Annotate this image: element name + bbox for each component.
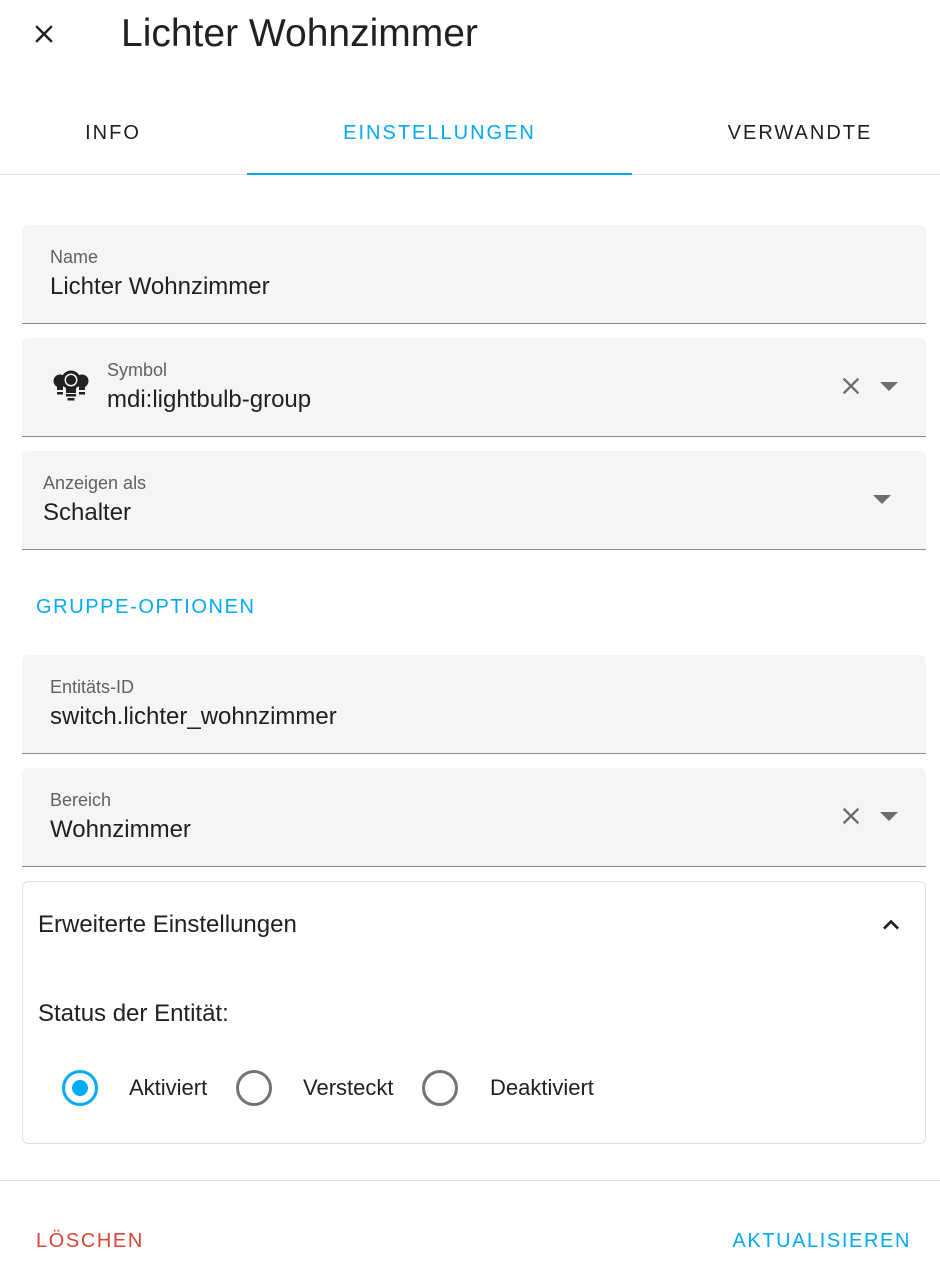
symbol-field[interactable]: Symbol mdi:lightbulb-group <box>22 338 926 437</box>
dialog-title: Lichter Wohnzimmer <box>121 12 478 55</box>
radio-checked-icon[interactable] <box>62 1070 98 1106</box>
symbol-dropdown-button[interactable] <box>871 368 907 404</box>
entity-status-label: Status der Entität: <box>38 1000 229 1027</box>
area-field-label: Bereich <box>50 790 112 810</box>
entity-id-value: switch.lichter_wohnzimmer <box>50 703 337 730</box>
dialog-header: Lichter Wohnzimmer <box>0 0 940 70</box>
delete-button[interactable]: LÖSCHEN <box>36 1218 144 1264</box>
display-as-select[interactable]: Anzeigen als Schalter <box>22 451 926 550</box>
caret-down-icon <box>880 381 898 391</box>
advanced-settings-panel: Erweiterte Einstellungen Status der Enti… <box>22 881 926 1144</box>
tab-info[interactable]: INFO <box>0 92 226 174</box>
group-options-link[interactable]: GRUPPE-OPTIONEN <box>36 596 256 619</box>
caret-down-icon <box>873 494 891 504</box>
entity-status-radio-group: Aktiviert Versteckt Deaktiviert <box>23 1060 925 1116</box>
display-as-dropdown-button[interactable] <box>864 481 900 517</box>
advanced-settings-title: Erweiterte Einstellungen <box>38 911 297 938</box>
footer-divider <box>0 1180 940 1181</box>
tab-related[interactable]: VERWANDTE <box>670 92 930 174</box>
radio-unchecked-icon[interactable] <box>236 1070 272 1106</box>
status-option-hidden[interactable]: Versteckt <box>236 1060 393 1116</box>
symbol-field-label: Symbol <box>107 360 168 380</box>
clear-icon <box>842 807 860 825</box>
advanced-settings-header[interactable]: Erweiterte Einstellungen <box>23 882 925 968</box>
status-option-label: Versteckt <box>303 1075 394 1100</box>
display-as-value: Schalter <box>43 499 132 526</box>
name-field[interactable]: Name Lichter Wohnzimmer <box>22 225 926 324</box>
chevron-up-icon[interactable] <box>873 907 909 943</box>
status-option-disabled[interactable]: Deaktiviert <box>422 1060 594 1116</box>
close-icon <box>35 25 53 43</box>
tab-settings[interactable]: EINSTELLUNGEN <box>247 92 632 175</box>
area-field[interactable]: Bereich Wohnzimmer <box>22 768 926 867</box>
entity-id-field[interactable]: Entitäts-ID switch.lichter_wohnzimmer <box>22 655 926 754</box>
name-field-label: Name <box>50 247 99 267</box>
caret-down-icon <box>880 811 898 821</box>
display-as-label: Anzeigen als <box>43 473 147 493</box>
tab-bar: INFO EINSTELLUNGEN VERWANDTE <box>0 92 940 175</box>
update-button[interactable]: AKTUALISIEREN <box>732 1218 911 1264</box>
radio-unchecked-icon[interactable] <box>422 1070 458 1106</box>
lightbulb-group-icon <box>50 366 92 406</box>
entity-id-label: Entitäts-ID <box>50 677 135 697</box>
area-field-value: Wohnzimmer <box>50 816 191 843</box>
symbol-field-value: mdi:lightbulb-group <box>107 386 312 413</box>
close-button[interactable] <box>22 12 66 56</box>
clear-icon <box>842 377 860 395</box>
status-option-label: Aktiviert <box>129 1075 208 1100</box>
area-clear-button[interactable] <box>833 798 869 834</box>
name-field-value: Lichter Wohnzimmer <box>50 273 270 300</box>
status-option-enabled[interactable]: Aktiviert <box>62 1060 207 1116</box>
status-option-label: Deaktiviert <box>490 1075 594 1100</box>
symbol-clear-button[interactable] <box>833 368 869 404</box>
area-dropdown-button[interactable] <box>871 798 907 834</box>
